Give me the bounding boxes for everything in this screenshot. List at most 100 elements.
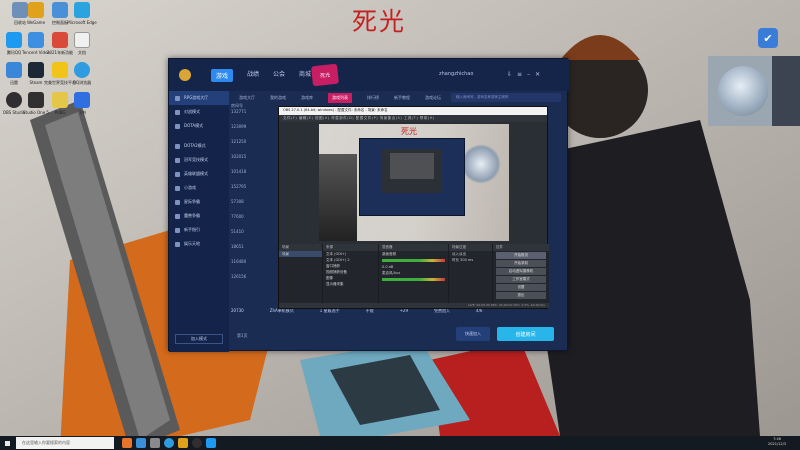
settings-button[interactable]: 设置 — [496, 284, 546, 291]
menu-help[interactable]: 帮助(H) — [420, 116, 435, 120]
windows-icon — [3, 439, 11, 447]
studio-mode-button[interactable]: 工作室模式 — [496, 276, 546, 283]
start-recording-button[interactable]: 开始录制 — [496, 260, 546, 267]
obs-window: OBS 27.0.1 (64-bit, windows) - 配置文件: 未命名… — [278, 106, 549, 309]
dota2-icon — [175, 143, 180, 149]
volume-meter — [382, 278, 445, 281]
obs-status-bar: LIVE: 00:00:00 REC: 00:00:00 CPU: 2.5%, … — [279, 303, 549, 308]
tab-lobby[interactable]: 游戏大厅 — [239, 95, 255, 101]
tab-ranking[interactable]: 排行榜 — [367, 95, 379, 101]
taskbar-clock[interactable]: 7:46 2021/12/3 — [768, 437, 786, 447]
obs-title-bar: OBS 27.0.1 (64-bit, windows) - 配置文件: 未命名… — [279, 107, 547, 115]
desktop-icon-feishu[interactable]: 飞书 — [62, 92, 102, 126]
sidebar-item-lol[interactable]: 英雄联盟模式 — [169, 167, 229, 181]
sidebar-item-guide[interactable]: 新手指引 — [169, 223, 229, 237]
join-mode-button[interactable]: 加入模式 — [175, 334, 223, 344]
quick-join-button[interactable]: 快速加入 — [456, 327, 490, 341]
qq-taskbar-icon[interactable] — [206, 438, 216, 448]
fun-icon — [175, 241, 180, 247]
rpg-icon — [175, 95, 180, 101]
sidebar-item-warcraft[interactable]: 魔兽争霸 — [169, 209, 229, 223]
room-search-input[interactable]: 输入房间号，游戏名称或房主昵称 — [451, 93, 561, 102]
feishu-taskbar-icon[interactable] — [136, 438, 146, 448]
menu-file[interactable]: 文件(F) — [283, 116, 297, 120]
feishu-icon — [74, 92, 90, 108]
obs-taskbar-icon[interactable] — [192, 438, 202, 448]
obs-menu-bar: 文件(F) 编辑(E) 视图(V) 停靠部件(D) 配置文件(P) 场景集合(S… — [279, 115, 547, 122]
sidebar-item-battle[interactable]: 对战模式 — [169, 105, 229, 119]
dota-icon — [175, 123, 180, 129]
create-room-button[interactable]: 创建房间 — [497, 327, 554, 341]
menu-view[interactable]: 视图(V) — [315, 116, 330, 120]
transition-duration[interactable]: 300 ms — [460, 258, 473, 262]
desktop-icon-edge[interactable]: Microsoft Edge — [62, 2, 102, 36]
pagination[interactable]: 第1页 — [237, 333, 248, 339]
firefox-icon[interactable] — [122, 438, 132, 448]
preview-title: 死光 — [401, 127, 417, 136]
battle-icon — [175, 109, 180, 115]
taskbar-apps — [122, 438, 220, 448]
nav-records[interactable]: 战绩 — [247, 69, 259, 82]
nav-games[interactable]: 游戏 — [211, 68, 234, 82]
sidebar-item-minigame[interactable]: 小游戏 — [169, 181, 229, 195]
download-icon[interactable]: ⇩ — [507, 71, 517, 78]
qq-browser-icon — [74, 62, 90, 78]
start-streaming-button[interactable]: 开始推流 — [496, 252, 546, 259]
sidebar-item-dota[interactable]: DOTA模式 — [169, 119, 229, 133]
transitions-dock: 场景过渡 淡入淡出 时长 300 ms — [449, 244, 493, 308]
nav-guild[interactable]: 公会 — [273, 69, 285, 82]
tab-my-games[interactable]: 我的游戏 — [270, 95, 286, 101]
virtual-camera-button[interactable]: 启动虚拟摄像机 — [496, 268, 546, 275]
page-title: 死光 — [352, 7, 407, 36]
taskbar-search-input[interactable]: 在这里输入你要搜索的内容 — [16, 437, 114, 449]
webcam-overlay — [708, 56, 800, 126]
promo-badge[interactable]: 死光 — [311, 63, 339, 87]
menu-docks[interactable]: 停靠部件(D) — [331, 116, 354, 120]
tab-tutorial[interactable]: 新手教程 — [394, 95, 410, 101]
minigame-icon — [175, 185, 180, 191]
menu-edit[interactable]: 编辑(E) — [299, 116, 313, 120]
minimize-icon[interactable]: – — [527, 71, 535, 78]
mixer-dock: 混音器 桌面音频 0.0 dB 麦克风/Aux — [379, 244, 449, 308]
tab-forum[interactable]: 游戏论坛 — [425, 95, 441, 101]
warcraft-icon — [175, 213, 180, 219]
sidebar-item-champion[interactable]: 冠军竞技模式 — [169, 153, 229, 167]
close-icon[interactable]: ✕ — [535, 71, 545, 78]
app-sidebar: RPG游戏大厅 对战模式 DOTA模式 DOTA2模式 冠军竞技模式 英雄联盟模… — [169, 91, 229, 352]
main-nav: 游戏 战绩 公会 商城 — [211, 68, 325, 82]
champion-icon — [175, 157, 180, 163]
exit-button[interactable]: 退出 — [496, 292, 546, 299]
nav-shop[interactable]: 商城 — [299, 69, 311, 82]
menu-profile[interactable]: 配置文件(P) — [356, 116, 378, 120]
volume-meter — [382, 259, 445, 262]
feishu-floating-icon[interactable]: ✔ — [758, 28, 778, 48]
sources-dock: 来源 文本 (GDI+) 文本 (GDI+) 2 窗口捕获 视频捕获设备 图像 … — [323, 244, 379, 308]
wegame-taskbar-icon[interactable] — [178, 438, 188, 448]
tab-library[interactable]: 游戏库 — [301, 95, 313, 101]
app-logo-icon — [179, 69, 191, 81]
sidebar-item-rpg[interactable]: RPG游戏大厅 — [169, 91, 229, 105]
desktop-icon-document[interactable]: 文档 — [62, 32, 102, 66]
sidebar-item-starcraft[interactable]: 星际争霸 — [169, 195, 229, 209]
lol-icon — [175, 171, 180, 177]
settings-icon[interactable]: ≡ — [517, 71, 527, 78]
document-icon — [74, 32, 90, 48]
start-button[interactable] — [0, 436, 14, 450]
taskbar: 在这里输入你要搜索的内容 7:46 2021/12/3 — [0, 436, 800, 450]
sidebar-item-dota2[interactable]: DOTA2模式 — [169, 139, 229, 153]
menu-tools[interactable]: 工具(T) — [404, 116, 418, 120]
browser-icon[interactable] — [164, 438, 174, 448]
starcraft-icon — [175, 199, 180, 205]
guide-icon — [175, 227, 180, 233]
username[interactable]: zhangzhichao — [439, 71, 473, 77]
file-explorer-icon[interactable] — [150, 438, 160, 448]
desktop-icon-qq-browser[interactable]: QQ浏览器 — [62, 62, 102, 96]
source-item[interactable]: 显示器采集 — [323, 281, 378, 287]
scene-item[interactable]: 场景 — [279, 251, 322, 257]
edge-icon — [74, 2, 90, 18]
sidebar-item-fun[interactable]: 娱乐天地 — [169, 237, 229, 251]
obs-preview[interactable]: 死光 — [319, 124, 509, 241]
menu-scene-collection[interactable]: 场景集合(S) — [380, 116, 402, 120]
obs-docks: 场景 场景 来源 文本 (GDI+) 文本 (GDI+) 2 窗口捕获 视频捕获… — [279, 244, 549, 308]
tab-game-list[interactable]: 游戏列表 — [328, 93, 352, 103]
